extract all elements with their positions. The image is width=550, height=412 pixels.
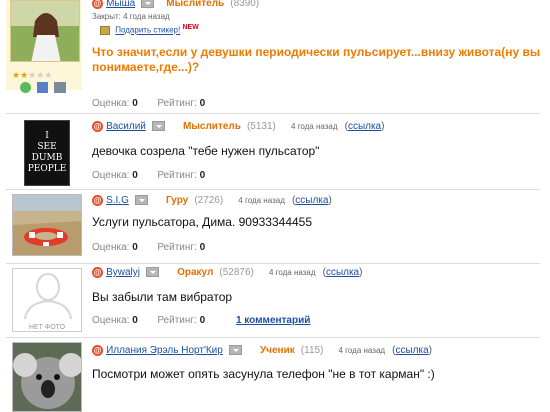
gift-sticker[interactable]: Подарить стикер! NEW — [100, 24, 199, 36]
star-filled-icon: ★ — [12, 70, 21, 80]
question-meta: Оценка: 0 Рейтинг: 0 — [92, 98, 205, 109]
question-block: ★★★★★ @ Мыша Мыслитель (8390) Закрыт: 4 … — [0, 0, 550, 115]
comments-link[interactable]: 1 комментарий — [236, 315, 310, 326]
answer-author-link[interactable]: S.I.G — [106, 195, 129, 206]
answer-text: Посмотри может опять засунула телефон "н… — [92, 367, 435, 381]
user-menu-dropdown-icon[interactable] — [228, 345, 242, 356]
permalink-link[interactable]: ссылка — [348, 121, 381, 132]
answer-author-points: (5131) — [246, 121, 276, 132]
rating-value: 0 — [199, 242, 206, 253]
answer-permalink: (ссылка) — [392, 345, 432, 356]
answer-author-avatar[interactable] — [12, 194, 82, 256]
question-stars: ★★★★★ — [12, 70, 52, 81]
user-at-icon: @ — [92, 344, 103, 356]
gift-icon — [100, 26, 110, 36]
gift-sticker-link[interactable]: Подарить стикер! — [115, 26, 180, 35]
avatar-text: I SEE DUMB PEOPLE — [27, 131, 67, 174]
question-header: @ Мыша Мыслитель (8390) — [92, 0, 259, 9]
answer-permalink: (ссылка) — [322, 267, 363, 278]
star-filled-icon: ★ — [20, 70, 29, 80]
score-value: 0 — [132, 242, 138, 253]
score-label: Оценка: — [92, 242, 130, 253]
answer-author-points: (115) — [300, 345, 324, 356]
rating-label: Рейтинг: — [157, 170, 197, 181]
achievement-icon-1[interactable] — [20, 82, 31, 93]
user-at-icon: @ — [92, 0, 103, 9]
answer-item: НЕТ ФОТО @ Bywalyj Оракул (52876) 4 года… — [0, 264, 550, 336]
answer-author-avatar[interactable]: НЕТ ФОТО — [12, 268, 82, 332]
answer-header: @ Иллания Эрэль Норт'Кир Ученик (115) 4 … — [92, 344, 432, 356]
achievement-icon-2[interactable] — [37, 82, 49, 93]
answer-header: @ Василий Мыслитель (5131) 4 года назад … — [92, 120, 384, 132]
achievement-icons — [20, 82, 67, 96]
score-label: Оценка: — [92, 98, 130, 109]
answer-author-points: (2726) — [194, 195, 224, 206]
question-author-points: (8390) — [230, 0, 260, 9]
answer-author-link[interactable]: Bywalyj — [106, 267, 140, 278]
permalink-link[interactable]: ссылка — [395, 345, 428, 356]
question-author-avatar[interactable] — [10, 0, 80, 62]
rating-value: 0 — [199, 98, 206, 109]
answer-author-rank: Гуру — [165, 195, 189, 206]
answer-time: 4 года назад — [268, 268, 316, 277]
answer-author-avatar[interactable] — [12, 342, 82, 412]
user-menu-dropdown-icon[interactable] — [141, 0, 155, 9]
answer-text: девочка созрела "тебе нужен пульсатор" — [92, 144, 320, 158]
answer-author-avatar[interactable]: I SEE DUMB PEOPLE — [24, 120, 70, 186]
user-at-icon: @ — [92, 120, 103, 132]
answer-item: I SEE DUMB PEOPLE @ Василий Мыслитель (5… — [0, 114, 550, 190]
permalink-link[interactable]: ссылка — [326, 267, 359, 278]
answer-author-link[interactable]: Василий — [106, 121, 146, 132]
user-menu-dropdown-icon[interactable] — [146, 267, 160, 278]
score-value: 0 — [132, 315, 138, 326]
answer-item: @ S.I.G Гуру (2726) 4 года назад (ссылка… — [0, 190, 550, 264]
answer-meta: Оценка: 0 Рейтинг: 0 — [92, 170, 205, 181]
rating-label: Рейтинг: — [157, 98, 197, 109]
answer-permalink: (ссылка) — [344, 121, 385, 132]
answer-meta: Оценка: 0 Рейтинг: 0 — [92, 242, 205, 253]
answer-item: @ Иллания Эрэль Норт'Кир Ученик (115) 4 … — [0, 338, 550, 412]
gift-new-badge: NEW — [182, 24, 199, 31]
no-photo-caption: НЕТ ФОТО — [28, 324, 66, 331]
user-menu-dropdown-icon[interactable] — [134, 195, 148, 206]
question-closed-text: Закрыт: 4 года назад — [92, 12, 170, 21]
permalink-link[interactable]: ссылка — [295, 195, 328, 206]
rating-value: 0 — [199, 170, 206, 181]
score-label: Оценка: — [92, 170, 130, 181]
star-empty-icon: ★ — [44, 70, 53, 80]
score-value: 0 — [132, 98, 138, 109]
answer-text: Вы забыли там вибратор — [92, 290, 233, 304]
answer-header: @ Bywalyj Оракул (52876) 4 года назад (с… — [92, 266, 362, 278]
score-value: 0 — [132, 170, 138, 181]
answer-time: 4 года назад — [338, 346, 386, 355]
rating-label: Рейтинг: — [157, 315, 197, 326]
question-author-link[interactable]: Мыша — [106, 0, 135, 9]
answer-author-rank: Оракул — [177, 267, 214, 278]
user-menu-dropdown-icon[interactable] — [151, 121, 165, 132]
score-label: Оценка: — [92, 315, 130, 326]
rating-value: 0 — [199, 315, 206, 326]
user-at-icon: @ — [92, 266, 103, 278]
question-author-rank: Мыслитель — [166, 0, 225, 9]
answer-author-link[interactable]: Иллания Эрэль Норт'Кир — [106, 345, 223, 356]
user-at-icon: @ — [92, 194, 103, 206]
answer-text: Услуги пульсатора, Дима. 90933344455 — [92, 215, 313, 229]
answer-author-rank: Мыслитель — [183, 121, 241, 132]
rating-label: Рейтинг: — [157, 242, 197, 253]
answer-author-rank: Ученик — [259, 345, 295, 356]
answer-permalink: (ссылка) — [291, 195, 332, 206]
answer-time: 4 года назад — [290, 122, 338, 131]
answer-header: @ S.I.G Гуру (2726) 4 года назад (ссылка… — [92, 194, 332, 206]
achievement-icon-3[interactable] — [54, 82, 67, 93]
answer-meta: Оценка: 0 Рейтинг: 0 1 комментарий — [92, 315, 310, 326]
question-title: Что значит,если у девушки периодически п… — [92, 45, 541, 74]
answer-author-points: (52876) — [219, 267, 254, 278]
answer-time: 4 года назад — [238, 196, 285, 205]
